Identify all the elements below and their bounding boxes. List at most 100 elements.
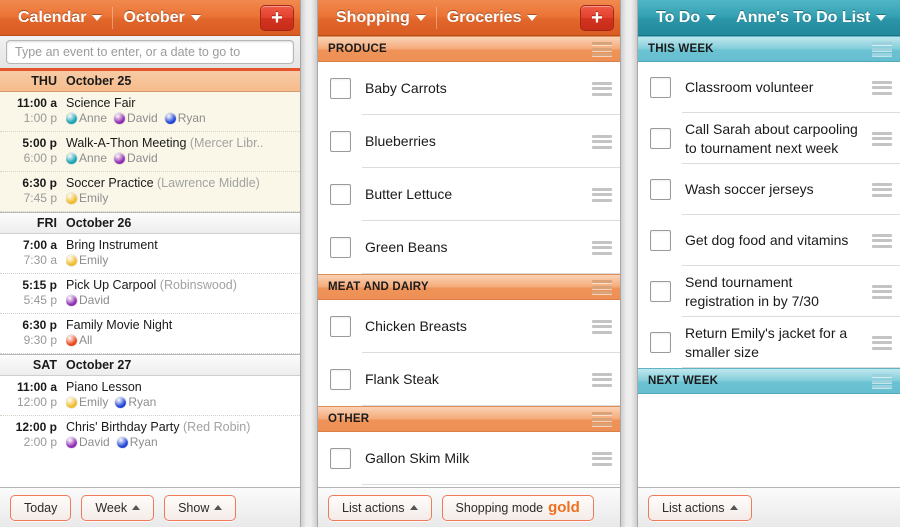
drag-handle-icon[interactable]: [592, 319, 612, 334]
item-checkbox[interactable]: [330, 184, 351, 205]
item-checkbox[interactable]: [650, 128, 671, 149]
todo-list-actions-button[interactable]: List actions: [648, 494, 752, 521]
shopping-app-menu[interactable]: Shopping: [328, 0, 434, 35]
drag-handle-icon[interactable]: [872, 182, 892, 197]
list-item[interactable]: Send tournament registration in by 7/30: [638, 266, 900, 317]
calendar-event-row[interactable]: 6:30 p 9:30 p Family Movie Night All: [0, 314, 300, 354]
list-group-title: NEXT WEEK: [648, 375, 719, 387]
todo-scope-menu[interactable]: Anne's To Do List: [728, 0, 894, 35]
drag-handle-icon[interactable]: [872, 374, 892, 388]
drag-handle-icon[interactable]: [872, 80, 892, 95]
event-end-time: 7:45 p: [23, 191, 57, 205]
list-item[interactable]: Green Beans: [318, 221, 620, 274]
calendar-app-menu[interactable]: Calendar: [10, 0, 110, 35]
drag-handle-icon[interactable]: [592, 240, 612, 255]
drag-handle-icon[interactable]: [592, 81, 612, 96]
drag-handle-icon[interactable]: [592, 280, 612, 294]
shopping-list-actions-button[interactable]: List actions: [328, 494, 432, 521]
item-label: Butter Lettuce: [365, 186, 453, 202]
item-checkbox[interactable]: [330, 131, 351, 152]
item-checkbox[interactable]: [650, 281, 671, 302]
item-checkbox[interactable]: [330, 78, 351, 99]
search-input[interactable]: [6, 40, 294, 64]
attendee: Anne: [66, 111, 107, 126]
calendar-day-header: THU October 25: [0, 70, 300, 92]
list-actions-label: List actions: [662, 500, 725, 515]
chevron-down-icon: [527, 14, 538, 21]
list-item[interactable]: Blueberries: [318, 115, 620, 168]
calendar-event-row[interactable]: 6:30 p 7:45 p Soccer Practice (Lawrence Mi…: [0, 172, 300, 212]
drag-handle-icon[interactable]: [872, 233, 892, 248]
drag-handle-icon[interactable]: [592, 42, 612, 56]
calendar-event-row[interactable]: 5:15 p 5:45 p Pick Up Carpool (Robinswood)…: [0, 274, 300, 314]
list-item[interactable]: Wash soccer jerseys: [638, 164, 900, 215]
attendee-color-dot: [114, 153, 126, 164]
drag-handle-icon[interactable]: [872, 42, 892, 56]
today-button[interactable]: Today: [10, 494, 72, 521]
item-checkbox[interactable]: [330, 237, 351, 258]
event-details: Science Fair Anne David Ryan: [66, 96, 294, 126]
event-end-time: 12:00 p: [16, 395, 57, 409]
drag-handle-icon[interactable]: [872, 284, 892, 299]
list-group-header[interactable]: OTHER: [318, 406, 620, 432]
item-checkbox[interactable]: [650, 77, 671, 98]
shopping-scope-menu[interactable]: Groceries: [439, 0, 546, 35]
item-label: Green Beans: [365, 239, 448, 255]
event-times: 7:00 a 7:30 a: [0, 238, 66, 268]
list-item[interactable]: Return Emily's jacket for a smaller size: [638, 317, 900, 368]
event-end-time: 7:30 a: [23, 253, 57, 267]
event-end-time: 1:00 p: [23, 111, 57, 125]
item-checkbox[interactable]: [330, 448, 351, 469]
item-checkbox[interactable]: [330, 316, 351, 337]
drag-handle-icon[interactable]: [592, 412, 612, 426]
item-checkbox[interactable]: [330, 369, 351, 390]
week-label: Week: [95, 500, 128, 515]
drag-handle-icon[interactable]: [592, 134, 612, 149]
list-group-header[interactable]: NEXT WEEK: [638, 368, 900, 394]
list-group-header[interactable]: PRODUCE: [318, 36, 620, 62]
drag-handle-icon[interactable]: [872, 131, 892, 146]
item-checkbox[interactable]: [650, 230, 671, 251]
plus-icon: +: [591, 6, 603, 29]
list-item[interactable]: Call Sarah about carpooling to tournamen…: [638, 113, 900, 164]
drag-handle-icon[interactable]: [592, 372, 612, 387]
calendar-event-row[interactable]: 7:00 a 7:30 a Bring Instrument Emily: [0, 234, 300, 274]
event-times: 6:30 p 9:30 p: [0, 318, 66, 348]
list-item[interactable]: Chicken Breasts: [318, 300, 620, 353]
drag-handle-icon[interactable]: [872, 335, 892, 350]
calendar-event-row[interactable]: 5:00 p 6:00 p Walk-A-Thon Meeting (Mercer …: [0, 132, 300, 172]
add-event-button[interactable]: +: [260, 4, 294, 31]
item-label: Call Sarah about carpooling to tournamen…: [685, 120, 858, 156]
show-button[interactable]: Show: [164, 494, 237, 521]
attendee-name: David: [127, 111, 158, 125]
calendar-scope-menu[interactable]: October: [115, 0, 208, 35]
shopping-list[interactable]: PRODUCE Baby Carrots Blueberries Butter Let…: [318, 36, 620, 487]
list-item[interactable]: Flank Steak: [318, 353, 620, 406]
todo-list[interactable]: THIS WEEK Classroom volunteer Call Sarah a…: [638, 36, 900, 487]
item-label: Flank Steak: [365, 371, 439, 387]
calendar-event-row[interactable]: 11:00 a 1:00 p Science Fair Anne David Ryan: [0, 92, 300, 132]
calendar-event-list[interactable]: THU October 25 11:00 a 1:00 p Science Fair An…: [0, 70, 300, 487]
attendee-color-dot: [115, 397, 127, 408]
calendar-event-row[interactable]: 12:00 p 2:00 p Chris' Birthday Party (Red …: [0, 416, 300, 455]
list-group-header[interactable]: THIS WEEK: [638, 36, 900, 62]
panel-gap: [300, 0, 318, 527]
list-group-header[interactable]: MEAT AND DAIRY: [318, 274, 620, 300]
drag-handle-icon[interactable]: [592, 451, 612, 466]
add-item-button[interactable]: +: [580, 4, 614, 31]
item-checkbox[interactable]: [650, 179, 671, 200]
calendar-event-row[interactable]: 11:00 a 12:00 p Piano Lesson Emily Ryan: [0, 376, 300, 416]
shopping-mode-button[interactable]: Shopping mode gold: [441, 494, 594, 521]
event-attendees: David Ryan: [66, 435, 294, 450]
list-item[interactable]: Baby Carrots: [318, 62, 620, 115]
item-label: Return Emily's jacket for a smaller size: [685, 324, 848, 360]
week-button[interactable]: Week: [81, 494, 155, 521]
topbar-divider: [435, 6, 437, 29]
list-item[interactable]: Butter Lettuce: [318, 168, 620, 221]
list-item[interactable]: Classroom volunteer: [638, 62, 900, 113]
list-item[interactable]: Gallon Skim Milk: [318, 432, 620, 485]
drag-handle-icon[interactable]: [592, 187, 612, 202]
list-item[interactable]: Get dog food and vitamins: [638, 215, 900, 266]
todo-app-menu[interactable]: To Do: [648, 0, 724, 35]
item-checkbox[interactable]: [650, 332, 671, 353]
